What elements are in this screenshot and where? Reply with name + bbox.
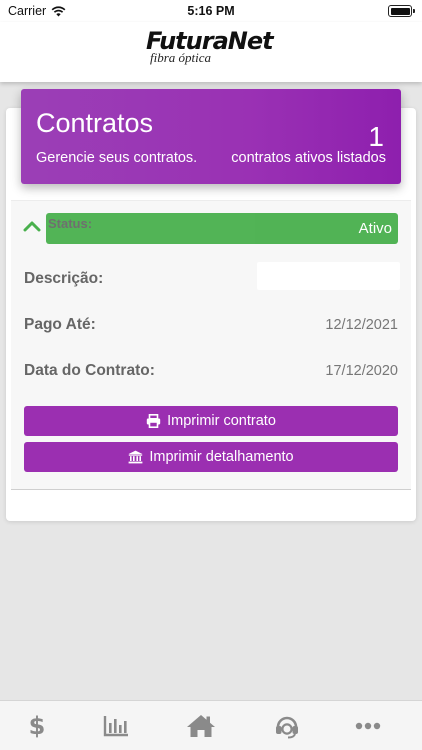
dollar-icon: $	[28, 712, 46, 740]
bank-icon	[128, 450, 143, 464]
status-badge: Ativo	[46, 213, 398, 244]
tab-support[interactable]	[267, 711, 307, 741]
bar-chart-icon	[103, 716, 128, 737]
home-icon	[187, 715, 215, 737]
paid-until-value: 12/12/2021	[325, 317, 398, 333]
headset-icon	[276, 716, 298, 739]
active-contracts-count: 1	[368, 121, 384, 152]
printer-icon	[146, 414, 161, 428]
more-icon	[355, 722, 381, 730]
battery-icon	[388, 5, 415, 17]
tab-bar: $	[0, 700, 422, 750]
contracts-summary-card: Contratos Gerencie seus contratos. 1 con…	[21, 89, 401, 184]
print-details-label: Imprimir detalhamento	[149, 449, 294, 465]
active-contracts-label: contratos ativos listados	[231, 150, 386, 166]
chevron-up-icon[interactable]	[23, 220, 41, 232]
app-header: FuturaNet fibra óptica	[0, 22, 422, 82]
contract-date-value: 17/12/2020	[325, 363, 398, 379]
status-value: Ativo	[358, 220, 392, 237]
tab-more[interactable]	[348, 711, 388, 741]
description-value	[257, 262, 400, 290]
tab-financial[interactable]: $	[17, 711, 57, 741]
print-contract-button[interactable]: Imprimir contrato	[24, 406, 398, 436]
contract-date-label: Data do Contrato:	[24, 362, 155, 379]
paid-until-label: Pago Até:	[24, 316, 96, 333]
status-label: Status:	[48, 216, 93, 231]
print-contract-label: Imprimir contrato	[167, 413, 276, 429]
print-details-button[interactable]: Imprimir detalhamento	[24, 442, 398, 472]
description-label: Descrição:	[24, 270, 104, 287]
tab-home[interactable]	[181, 711, 221, 741]
status-bar: Carrier 5:16 PM	[0, 0, 422, 22]
tab-usage[interactable]	[96, 711, 136, 741]
contract-item: Ativo Status: Descrição: Pago Até: 12/12…	[11, 200, 411, 490]
clock: 5:16 PM	[187, 4, 235, 18]
page-subtitle: Gerencie seus contratos.	[36, 150, 198, 166]
logo: FuturaNet fibra óptica	[146, 28, 278, 72]
page-title: Contratos	[36, 108, 154, 138]
logo-subtext: fibra óptica	[150, 50, 212, 65]
